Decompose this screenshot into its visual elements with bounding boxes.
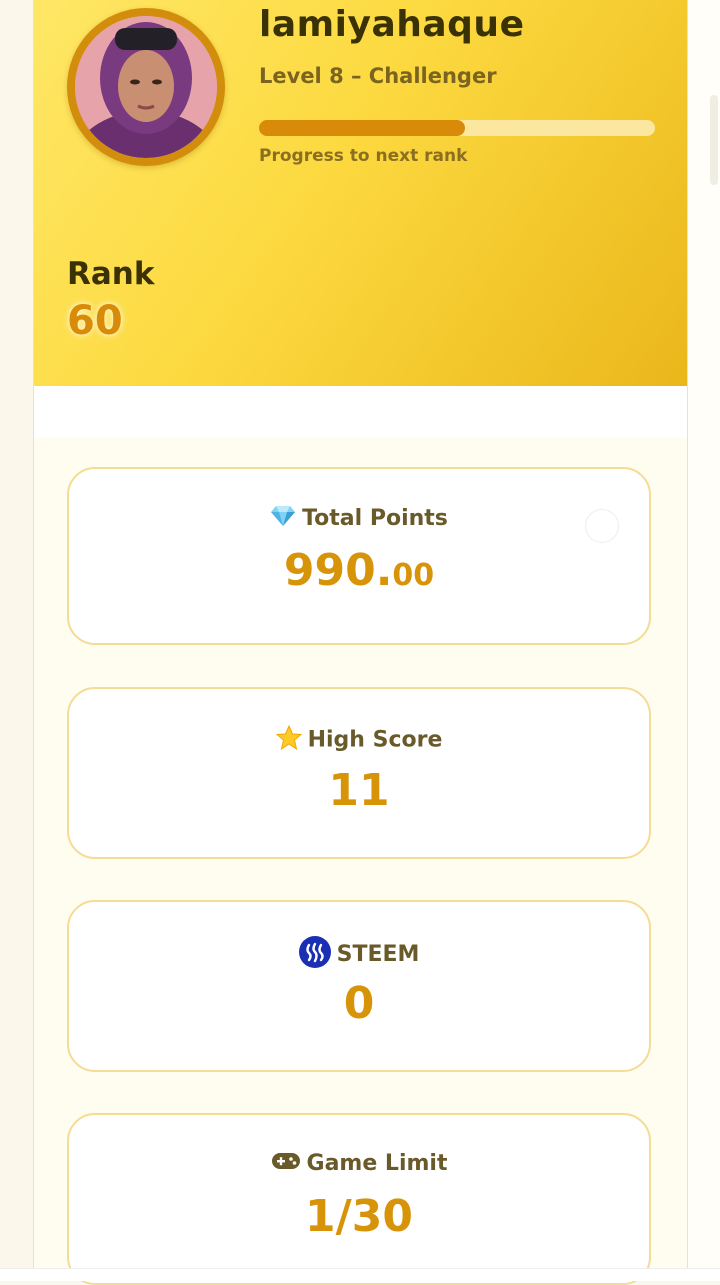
avatar-photo [75,16,217,158]
rank-value: 60 [67,298,123,344]
total-points-card: Total Points 990.00 [67,467,651,645]
high-score-card: High Score 11 [67,687,651,859]
game-limit-label: Game Limit [306,1151,448,1176]
profile-card: lamiyahaque Level 8 – Challenger Progres… [33,0,688,1285]
gem-icon [270,505,296,533]
bottom-edge [0,1268,720,1281]
game-limit-title: Game Limit [69,1151,649,1177]
progress-label: Progress to next rank [259,146,468,166]
rank-progress-bar [259,120,655,136]
total-points-label: Total Points [302,506,448,531]
steem-label: STEEM [336,942,420,967]
game-limit-card: Game Limit 1/30 [67,1113,651,1285]
page-right-margin [686,0,720,1280]
rank-progress-fill [259,120,465,136]
steem-value: 0 [343,978,375,1029]
gamepad-icon [271,1151,301,1177]
header-divider [34,386,687,438]
username: lamiyahaque [259,4,525,45]
total-points-title: Total Points [69,505,649,533]
total-points-integer: 990. [283,545,393,596]
steem-logo-icon [298,936,331,974]
star-icon [275,724,302,756]
high-score-label: High Score [307,727,443,753]
game-limit-value: 1/30 [305,1191,413,1242]
total-points-value: 990.00 [69,545,649,596]
high-score-title: High Score [69,724,649,756]
high-score-value: 11 [328,765,390,816]
steem-card: STEEM 0 [67,900,651,1072]
scrollbar[interactable] [710,95,718,185]
avatar[interactable] [67,8,225,166]
rank-label: Rank [67,256,155,292]
level-label: Level 8 – Challenger [259,64,497,88]
steem-title: STEEM [69,936,649,974]
profile-header: lamiyahaque Level 8 – Challenger Progres… [34,0,687,386]
ripple-circle [585,509,619,543]
total-points-decimal: 00 [392,558,435,593]
